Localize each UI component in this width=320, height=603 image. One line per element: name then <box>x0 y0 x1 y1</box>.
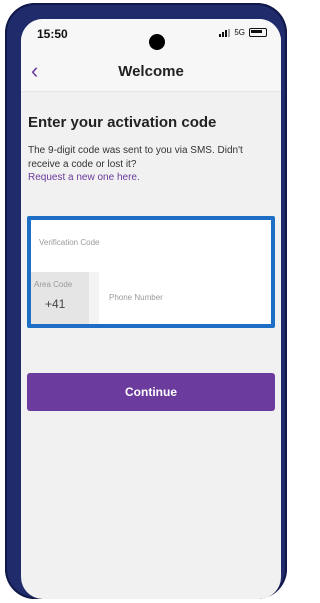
nav-title: Welcome <box>118 63 184 80</box>
network-label: 5G <box>234 28 245 37</box>
activation-form: Enter your activation code The 9-digit c… <box>21 92 281 592</box>
verification-code-placeholder: Verification Code <box>39 238 100 247</box>
instruction-text: The 9-digit code was sent to you via SMS… <box>28 145 243 170</box>
continue-button[interactable]: Continue <box>27 373 275 411</box>
area-code-value: +41 <box>45 297 66 311</box>
status-indicators: 5G <box>219 28 267 37</box>
area-code-label: Area Code <box>34 280 73 289</box>
phone-number-placeholder: Phone Number <box>109 293 163 302</box>
request-new-code-link[interactable]: Request a new one here. <box>28 172 140 183</box>
signal-icon <box>219 28 231 37</box>
app-screenshot: 15:50 5G ‹ Welcome Enter your activation… <box>0 0 294 603</box>
input-group-highlight: Verification Code Area Code +41 Phone Nu… <box>27 216 275 328</box>
status-bar: 15:50 5G <box>21 19 281 53</box>
navigation-bar: ‹ Welcome <box>21 53 281 92</box>
page-heading: Enter your activation code <box>28 114 217 131</box>
phone-frame: 15:50 5G ‹ Welcome Enter your activation… <box>5 3 287 599</box>
status-time: 15:50 <box>37 27 68 41</box>
area-code-selector[interactable]: Area Code +41 <box>31 272 89 324</box>
phone-screen: 15:50 5G ‹ Welcome Enter your activation… <box>21 19 281 599</box>
verification-code-input[interactable]: Verification Code <box>31 220 271 268</box>
battery-icon <box>249 28 267 37</box>
phone-number-input[interactable]: Phone Number <box>99 272 271 324</box>
front-camera <box>149 34 165 50</box>
phone-number-row: Area Code +41 Phone Number <box>31 272 271 324</box>
